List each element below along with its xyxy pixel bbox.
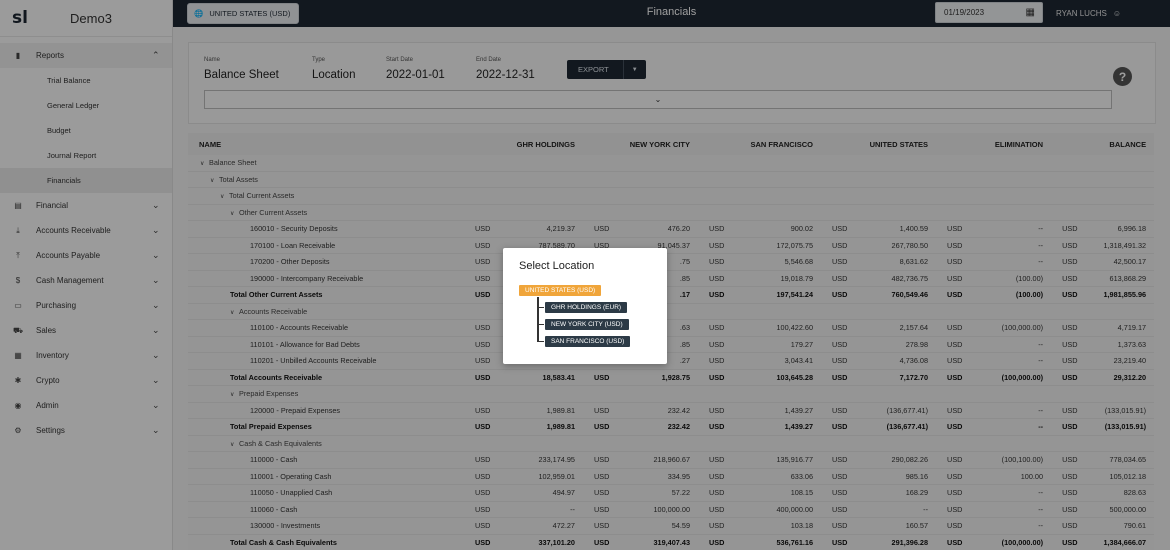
location-option-san-francisco[interactable]: SAN FRANCISCO (USD) — [545, 336, 631, 347]
modal-title: Select Location — [519, 260, 595, 272]
tree-branch — [537, 341, 544, 342]
location-option-new-york-city[interactable]: NEW YORK CITY (USD) — [545, 319, 629, 330]
location-option-united-states[interactable]: UNITED STATES (USD) — [519, 285, 602, 296]
select-location-modal: Select Location UNITED STATES (USD) GHR … — [503, 248, 667, 364]
location-option-ghr-holdings[interactable]: GHR HOLDINGS (EUR) — [545, 302, 628, 313]
tree-branch — [537, 307, 544, 308]
tree-branch — [537, 324, 544, 325]
tree-line — [537, 297, 539, 342]
